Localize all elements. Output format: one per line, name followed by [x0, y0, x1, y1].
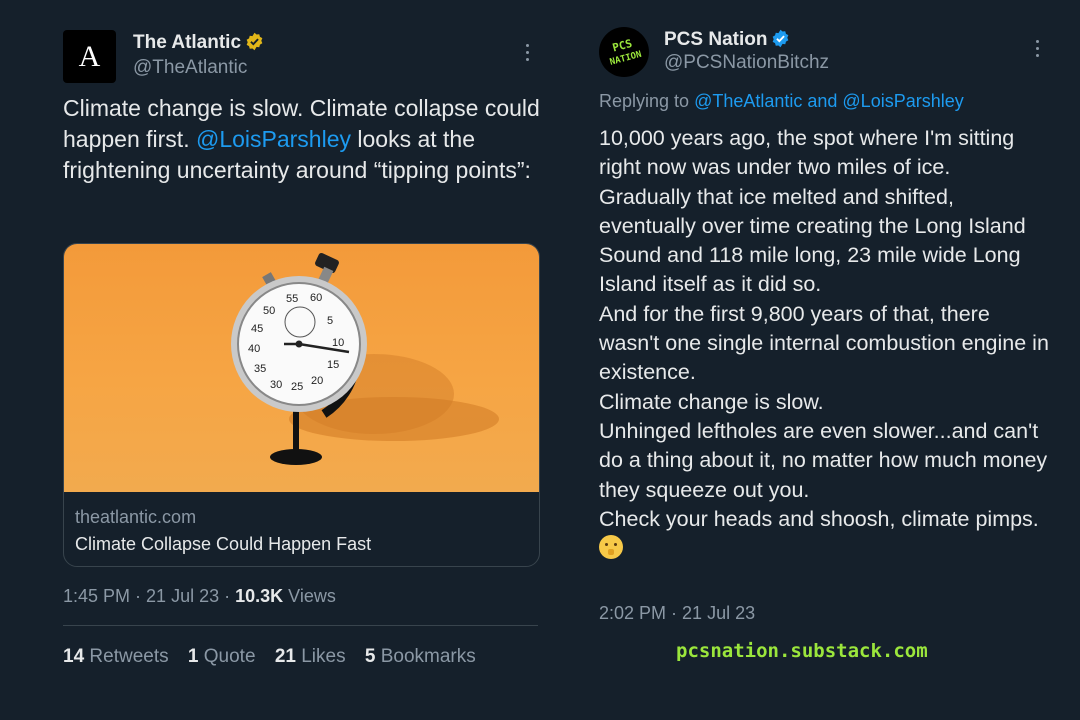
reply-line: And for the first 9,800 years of that, t… [599, 301, 1049, 385]
reply-timestamp[interactable]: 2:02 PM · 21 Jul 23 [599, 603, 755, 624]
quotes-label: Quote [203, 646, 256, 667]
svg-text:55: 55 [286, 293, 298, 305]
atlantic-avatar[interactable]: A [63, 30, 116, 83]
tweet-text: Climate change is slow. Climate collapse… [63, 93, 543, 186]
bookmarks-count: 5 [364, 646, 376, 667]
author-handle[interactable]: @TheAtlantic [133, 57, 247, 79]
svg-text:50: 50 [263, 305, 275, 317]
replying-to-link[interactable]: @TheAtlantic and @LoisParshley [694, 91, 964, 111]
more-options-icon[interactable] [526, 44, 530, 62]
blue-verified-icon [773, 29, 789, 48]
pcs-nation-avatar[interactable]: PCS NATION [599, 27, 649, 77]
reply-line: Gradually that ice melted and shifted, e… [599, 184, 1026, 297]
link-card[interactable]: 60 55 50 45 40 35 30 25 20 15 10 5 theatlantic… [63, 243, 540, 567]
svg-text:35: 35 [254, 363, 266, 375]
quotes-count: 1 [187, 646, 199, 667]
svg-text:5: 5 [327, 315, 333, 327]
svg-text:60: 60 [310, 292, 322, 304]
shushing-face-emoji [599, 535, 623, 560]
bookmarks-label: Bookmarks [380, 646, 476, 667]
atlantic-tweet: A The Atlantic @TheAtlantic Climate chan… [0, 0, 540, 720]
reply-last-line: Check your heads and shoosh, climate pim… [599, 506, 1039, 531]
views-count: 10.3K [235, 586, 284, 606]
tweet-timestamp[interactable]: 1:45 PM · 21 Jul 23 · 10.3K Views [63, 586, 336, 607]
tweet-date: 21 Jul 23 [146, 586, 220, 606]
tweet-time: 1:45 PM [63, 586, 131, 606]
likes-label: Likes [301, 646, 346, 667]
replying-to: Replying to @TheAtlantic and @LoisParshl… [599, 91, 964, 112]
reply-text: 10,000 years ago, the spot where I'm sit… [599, 124, 1049, 563]
svg-text:10: 10 [332, 337, 344, 349]
watermark: pcsnation.substack.com [676, 640, 928, 662]
reply-line: Check your heads and shoosh, climate pim… [599, 505, 1049, 564]
reply-more-options-icon[interactable] [1036, 40, 1040, 58]
reply-time: 2:02 PM [599, 603, 667, 623]
reply-author-name-text: PCS Nation [664, 29, 768, 50]
avatar-letter: A [78, 39, 101, 73]
views-label: Views [288, 586, 336, 606]
pcs-logo-icon: PCS NATION [609, 37, 643, 68]
svg-text:45: 45 [251, 323, 263, 335]
svg-text:25: 25 [291, 381, 303, 393]
gold-verified-icon [246, 32, 263, 51]
likes-stat[interactable]: 21 Likes [275, 646, 346, 667]
engagement-stats: 14 Retweets 1 Quote 21 Likes 5 Bookmarks [63, 646, 490, 668]
reply-line: Climate change is slow. [599, 389, 824, 414]
replying-prefix: Replying to [599, 91, 695, 111]
author-name[interactable]: The Atlantic [133, 32, 264, 54]
bookmarks-stat[interactable]: 5 Bookmarks [365, 646, 476, 667]
stopwatch-icon: 60 55 5045 40 35 30 25 20 15 10 5 [231, 252, 499, 465]
quotes-stat[interactable]: 1 Quote [188, 646, 256, 667]
card-domain: theatlantic.com [75, 507, 197, 527]
reply-author-name[interactable]: PCS Nation [664, 29, 790, 51]
retweets-stat[interactable]: 14 Retweets [63, 646, 169, 667]
reply-line: 10,000 years ago, the spot where I'm sit… [599, 126, 1015, 180]
retweets-count: 14 [63, 646, 85, 667]
svg-text:15: 15 [327, 359, 339, 371]
reply-date: 21 Jul 23 [682, 603, 756, 623]
svg-text:40: 40 [248, 343, 260, 355]
reply-author-handle[interactable]: @PCSNationBitchz [664, 52, 829, 74]
divider [63, 625, 538, 626]
svg-text:20: 20 [311, 375, 323, 387]
card-image[interactable]: 60 55 50 45 40 35 30 25 20 15 10 5 [64, 244, 539, 492]
retweets-label: Retweets [89, 646, 169, 667]
card-title: Climate Collapse Could Happen Fast [75, 534, 372, 554]
mention-link[interactable]: @LoisParshley [196, 126, 351, 152]
author-name-text: The Atlantic [133, 32, 242, 53]
reply-line: Unhinged leftholes are even slower...and… [599, 418, 1048, 502]
likes-count: 21 [274, 646, 296, 667]
svg-text:30: 30 [270, 379, 282, 391]
